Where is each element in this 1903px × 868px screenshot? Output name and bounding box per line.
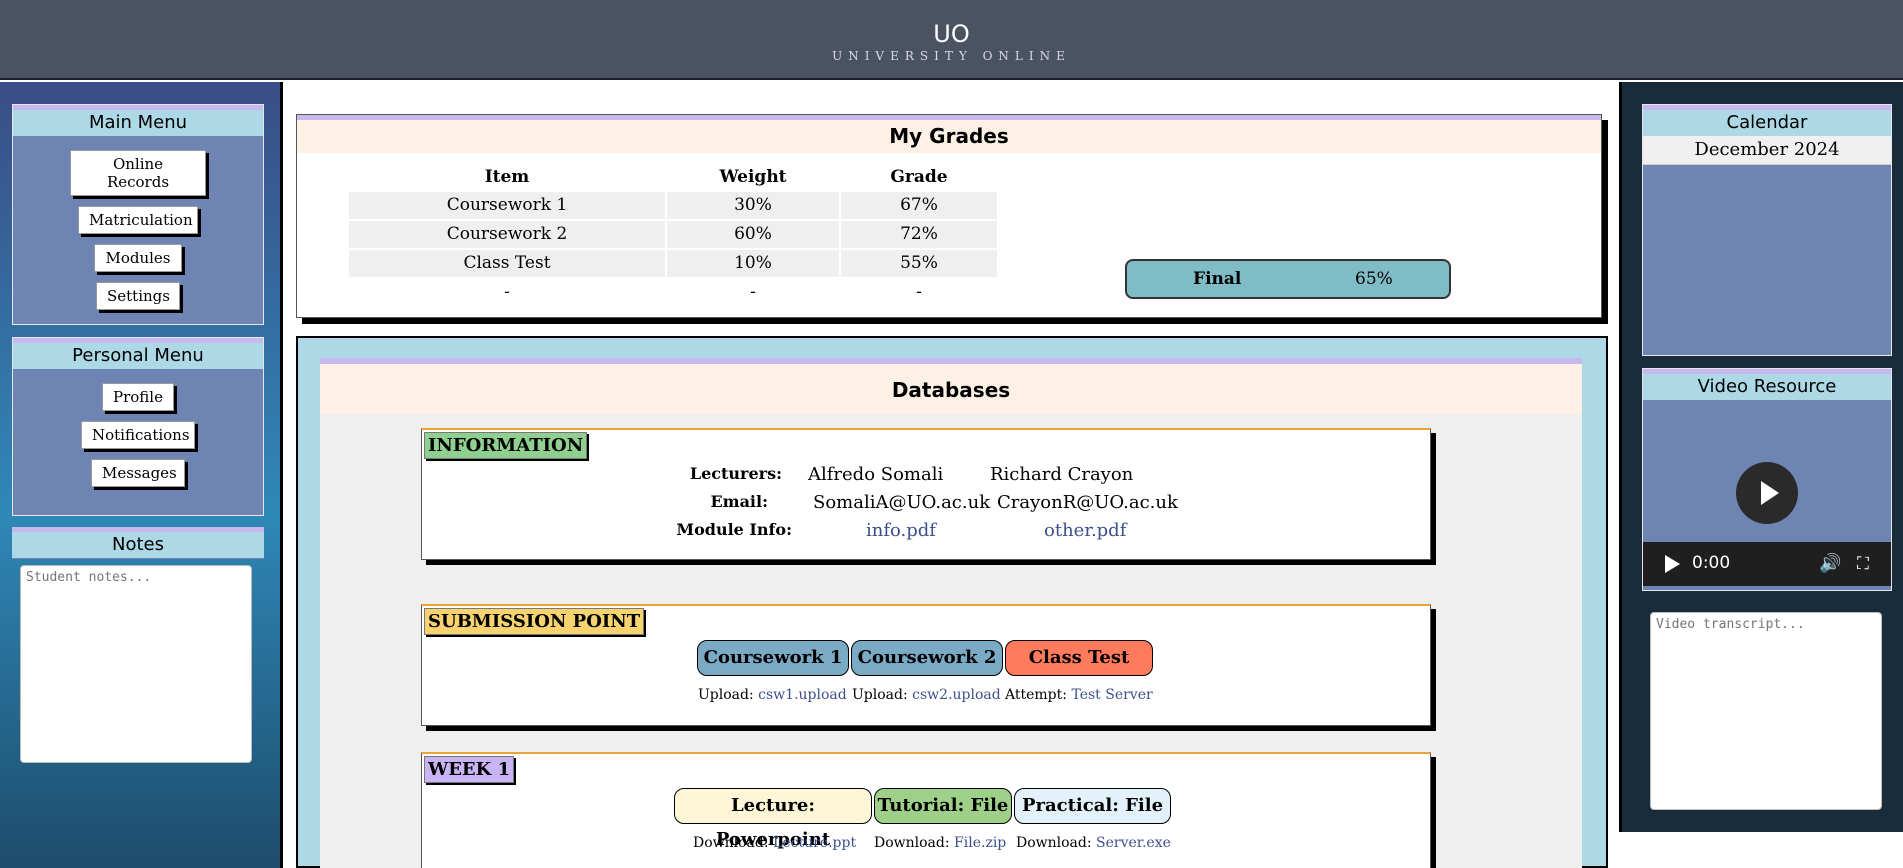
menu-notifications-button[interactable]: Notifications: [81, 421, 195, 449]
grades-cell: Coursework 2: [349, 221, 665, 248]
final-grade-box: Final 65%: [1125, 259, 1451, 299]
student-notes-input[interactable]: [20, 565, 252, 763]
divider: [1619, 82, 1622, 832]
class-test-button[interactable]: Class Test: [1005, 640, 1153, 676]
upload-label: Upload:: [852, 687, 908, 703]
grades-col-item: Item: [484, 167, 530, 187]
main-menu-panel: Main Menu Online Records Matriculation M…: [12, 104, 264, 325]
menu-online-records-button[interactable]: Online Records: [70, 150, 206, 196]
download-label: Download:: [693, 835, 769, 851]
attempt-action: Attempt: Test Server: [1005, 687, 1153, 703]
video-controls: 0:00 🔊 ⛶: [1643, 542, 1891, 586]
upload-label: Upload:: [698, 687, 754, 703]
grades-cell: 30%: [667, 192, 839, 219]
email-label: Email:: [710, 492, 768, 511]
calendar-month[interactable]: December 2024: [1643, 136, 1891, 165]
notes-panel: Notes: [12, 527, 264, 559]
upload-action: Upload: csw1.upload: [698, 687, 847, 703]
notes-title: Notes: [12, 527, 264, 558]
download-action: Download: Lecture.ppt: [693, 835, 856, 851]
grades-cell: -: [916, 282, 922, 302]
attempt-link[interactable]: Test Server: [1071, 687, 1152, 703]
practical-file-button[interactable]: Practical: File: [1014, 788, 1171, 824]
lecturer-name: Alfredo Somali: [808, 464, 944, 485]
volume-icon[interactable]: 🔊: [1819, 553, 1841, 574]
grades-cell: 10%: [667, 250, 839, 277]
video-player[interactable]: 0:00 🔊 ⛶: [1643, 400, 1891, 586]
divider: [280, 82, 283, 868]
grades-cell: 60%: [667, 221, 839, 248]
grades-col-weight: Weight: [719, 167, 787, 187]
grades-col-grade: Grade: [890, 167, 948, 187]
final-label: Final: [1193, 269, 1242, 289]
coursework-1-button[interactable]: Coursework 1: [697, 640, 849, 676]
main-menu-title: Main Menu: [13, 105, 263, 136]
menu-matriculation-button[interactable]: Matriculation: [78, 206, 198, 234]
download-link[interactable]: Lecture.ppt: [773, 835, 856, 851]
grades-card: My Grades Item Weight Grade Coursework 1…: [296, 114, 1602, 318]
video-time: 0:00: [1692, 553, 1731, 573]
module-info-link[interactable]: info.pdf: [866, 520, 936, 541]
menu-settings-button[interactable]: Settings: [96, 282, 180, 310]
final-value: 65%: [1355, 269, 1393, 289]
site-header: UO UNIVERSITY ONLINE: [0, 0, 1903, 80]
tutorial-file-button[interactable]: Tutorial: File: [874, 788, 1012, 824]
lecturer-email: CrayonR@UO.ac.uk: [997, 492, 1178, 513]
grades-title: My Grades: [297, 115, 1601, 153]
information-section: INFORMATION Lecturers: Alfredo Somali Ri…: [421, 428, 1431, 560]
video-title: Video Resource: [1643, 369, 1891, 400]
video-transcript-input[interactable]: [1650, 612, 1882, 810]
grades-cell: 67%: [841, 192, 997, 219]
calendar-title: Calendar: [1643, 105, 1891, 136]
play-icon[interactable]: [1665, 555, 1680, 573]
databases-section: Databases INFORMATION Lecturers: Alfredo…: [296, 336, 1608, 868]
upload-link[interactable]: csw1.upload: [758, 687, 847, 703]
personal-menu-panel: Personal Menu Profile Notifications Mess…: [12, 337, 264, 516]
menu-modules-button[interactable]: Modules: [94, 244, 182, 272]
menu-profile-button[interactable]: Profile: [102, 383, 174, 411]
upload-link[interactable]: csw2.upload: [912, 687, 1001, 703]
lecturer-name: Richard Crayon: [990, 464, 1134, 485]
databases-title: Databases: [320, 358, 1582, 414]
video-panel: Video Resource 0:00 🔊 ⛶: [1642, 368, 1892, 591]
personal-menu-title: Personal Menu: [13, 338, 263, 369]
site-logo[interactable]: UO: [0, 0, 1903, 48]
submission-label: SUBMISSION POINT: [424, 608, 645, 635]
grades-cell: 55%: [841, 250, 997, 277]
site-tagline: UNIVERSITY ONLINE: [832, 49, 1071, 63]
download-action: Download: Server.exe: [1016, 835, 1171, 851]
menu-messages-button[interactable]: Messages: [91, 459, 185, 487]
grades-cell: Coursework 1: [349, 192, 665, 219]
upload-action: Upload: csw2.upload: [852, 687, 1001, 703]
calendar-panel: Calendar December 2024: [1642, 104, 1892, 356]
download-action: Download: File.zip: [874, 835, 1006, 851]
grades-cell: 72%: [841, 221, 997, 248]
lecturers-label: Lecturers:: [689, 464, 782, 483]
information-label: INFORMATION: [424, 432, 588, 459]
coursework-2-button[interactable]: Coursework 2: [851, 640, 1003, 676]
grades-cell: -: [504, 282, 510, 302]
grades-cell: -: [750, 282, 756, 302]
download-link[interactable]: Server.exe: [1096, 835, 1171, 851]
play-icon[interactable]: [1736, 462, 1798, 524]
module-info-label: Module Info:: [676, 520, 792, 539]
download-label: Download:: [874, 835, 950, 851]
lecture-powerpoint-button[interactable]: Lecture: Powerpoint: [674, 788, 872, 850]
module-info-link[interactable]: other.pdf: [1044, 520, 1126, 541]
lecturer-email: SomaliA@UO.ac.uk: [813, 492, 991, 513]
fullscreen-icon[interactable]: ⛶: [1857, 554, 1869, 574]
databases-panel: Databases INFORMATION Lecturers: Alfredo…: [320, 358, 1582, 868]
download-label: Download:: [1016, 835, 1092, 851]
attempt-label: Attempt:: [1005, 687, 1067, 703]
week-1-section: WEEK 1 Lecture: Powerpoint Tutorial: Fil…: [421, 752, 1431, 868]
download-link[interactable]: File.zip: [954, 835, 1006, 851]
submission-section: SUBMISSION POINT Coursework 1 Coursework…: [421, 604, 1431, 726]
grades-cell: Class Test: [349, 250, 665, 277]
week-1-label: WEEK 1: [424, 756, 515, 783]
